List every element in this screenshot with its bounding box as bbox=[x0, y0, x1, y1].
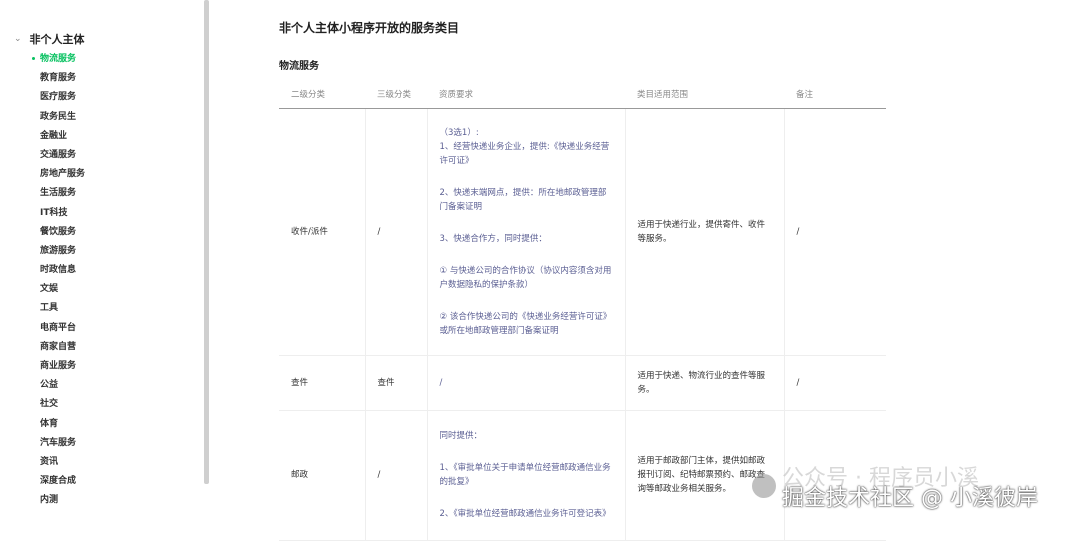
sidebar-item[interactable]: 时政信息 bbox=[40, 263, 85, 282]
sidebar-item[interactable]: 交通服务 bbox=[40, 148, 85, 167]
requirement-paragraph: ② 该合作快递公司的《快递业务经营许可证》或所在地邮政管理部门备案证明 bbox=[439, 311, 612, 336]
section-title: 物流服务 bbox=[279, 61, 319, 72]
sidebar-item[interactable]: 体育 bbox=[40, 417, 85, 436]
sidebar-item[interactable]: 深度合成 bbox=[40, 474, 85, 493]
cell-scope: 适用于快递行业，提供寄件、收件等服务。 bbox=[625, 108, 785, 356]
column-header: 备注 bbox=[784, 80, 886, 109]
sidebar-item[interactable]: 社交 bbox=[40, 397, 85, 416]
page-title: 非个人主体小程序开放的服务类目 bbox=[279, 21, 460, 35]
requirement-paragraph: （3选1）: 1、经营快递业务企业，提供:《快递业务经营许可证》 bbox=[439, 127, 610, 166]
requirement-paragraph: 同时提供： bbox=[439, 431, 483, 441]
sidebar-group-toggle[interactable]: ⌄ 非个人主体 bbox=[14, 31, 85, 47]
cell-l2: 收件/派件 bbox=[279, 108, 366, 356]
sidebar-items: 物流服务 教育服务 医疗服务 政务民生 金融业 交通服务 房地产服务 生活服务 IT科技 餐饮服务… bbox=[31, 52, 85, 513]
requirement-paragraph: / bbox=[439, 377, 443, 388]
column-header: 三级分类 bbox=[365, 80, 427, 109]
sidebar-item[interactable]: 教育服务 bbox=[40, 71, 85, 90]
sidebar: ⌄ 非个人主体 物流服务 教育服务 医疗服务 政务民生 金融业 交通服务 房地产服务 生活服务… bbox=[0, 0, 210, 525]
cell-l3: / bbox=[365, 410, 428, 541]
column-header: 资质要求 bbox=[427, 80, 625, 109]
sidebar-item[interactable]: 资讯 bbox=[40, 455, 85, 474]
sidebar-item[interactable]: 旅游服务 bbox=[40, 244, 85, 263]
sidebar-item[interactable]: 电商平台 bbox=[40, 321, 85, 340]
sidebar-group-label: 非个人主体 bbox=[29, 33, 85, 46]
sidebar-item[interactable]: 生活服务 bbox=[40, 186, 85, 205]
cell-scope: 适用于快递、物流行业的查件等服务。 bbox=[625, 355, 785, 411]
requirement-paragraph: 2、《审批单位经营邮政通信业务许可登记表》 bbox=[439, 509, 611, 519]
wechat-icon bbox=[752, 474, 776, 498]
sidebar-item[interactable]: 公益 bbox=[40, 378, 85, 397]
cell-req: / bbox=[427, 355, 626, 411]
requirement-paragraph: 2、快递末端网点，提供：所在地邮政管理部门备案证明 bbox=[439, 187, 607, 212]
requirement-paragraph: 3、快递合作方，同时提供： bbox=[439, 233, 547, 244]
watermark-line2: 掘金技术社区 @ 小溪彼岸 bbox=[782, 486, 1038, 511]
table-header-row: 二级分类 三级分类 资质要求 类目适用范围 备注 bbox=[279, 80, 886, 109]
table-row: 收件/派件 / （3选1）: 1、经营快递业务企业，提供:《快递业务经营许可证》 2、… bbox=[279, 108, 886, 356]
sidebar-item[interactable]: 政务民生 bbox=[40, 110, 85, 129]
sidebar-scrollbar[interactable] bbox=[204, 0, 209, 484]
sidebar-item[interactable]: 汽车服务 bbox=[40, 436, 85, 455]
sidebar-item[interactable]: 餐饮服务 bbox=[40, 225, 85, 244]
sidebar-item[interactable]: 工具 bbox=[40, 301, 85, 320]
requirement-paragraph: ① 与快递公司的合作协议（协议内容须含对用户数据隐私的保护条款） bbox=[439, 265, 612, 290]
cell-l3: / bbox=[365, 108, 428, 356]
sidebar-item[interactable]: 内测 bbox=[40, 493, 85, 512]
sidebar-item[interactable]: 医疗服务 bbox=[40, 90, 85, 109]
sidebar-item[interactable]: 文娱 bbox=[40, 282, 85, 301]
column-header: 二级分类 bbox=[279, 80, 365, 109]
sidebar-item[interactable]: 金融业 bbox=[40, 129, 85, 148]
table-row: 查件 查件 / 适用于快递、物流行业的查件等服务。 / bbox=[279, 355, 886, 411]
sidebar-item[interactable]: 物流服务 bbox=[31, 52, 85, 71]
sidebar-item[interactable]: 商家自营 bbox=[40, 340, 85, 359]
column-header: 类目适用范围 bbox=[625, 80, 784, 109]
sidebar-item[interactable]: IT科技 bbox=[40, 206, 85, 225]
cell-req: （3选1）: 1、经营快递业务企业，提供:《快递业务经营许可证》 2、快递末端网点… bbox=[427, 108, 626, 356]
cell-note: / bbox=[784, 355, 886, 411]
cell-req: 同时提供： 1、《审批单位关于申请单位经营邮政通信业务的批复》 2、《审批单位经营邮… bbox=[427, 410, 626, 541]
sidebar-item[interactable]: 商业服务 bbox=[40, 359, 85, 378]
sidebar-item[interactable]: 房地产服务 bbox=[40, 167, 85, 186]
cell-l2: 查件 bbox=[279, 355, 366, 411]
requirement-paragraph: 1、《审批单位关于申请单位经营邮政通信业务的批复》 bbox=[439, 463, 611, 487]
cell-note: / bbox=[784, 108, 886, 356]
cell-l2: 邮政 bbox=[279, 410, 366, 541]
cell-l3: 查件 bbox=[365, 355, 428, 411]
chevron-down-icon: ⌄ bbox=[14, 34, 22, 44]
